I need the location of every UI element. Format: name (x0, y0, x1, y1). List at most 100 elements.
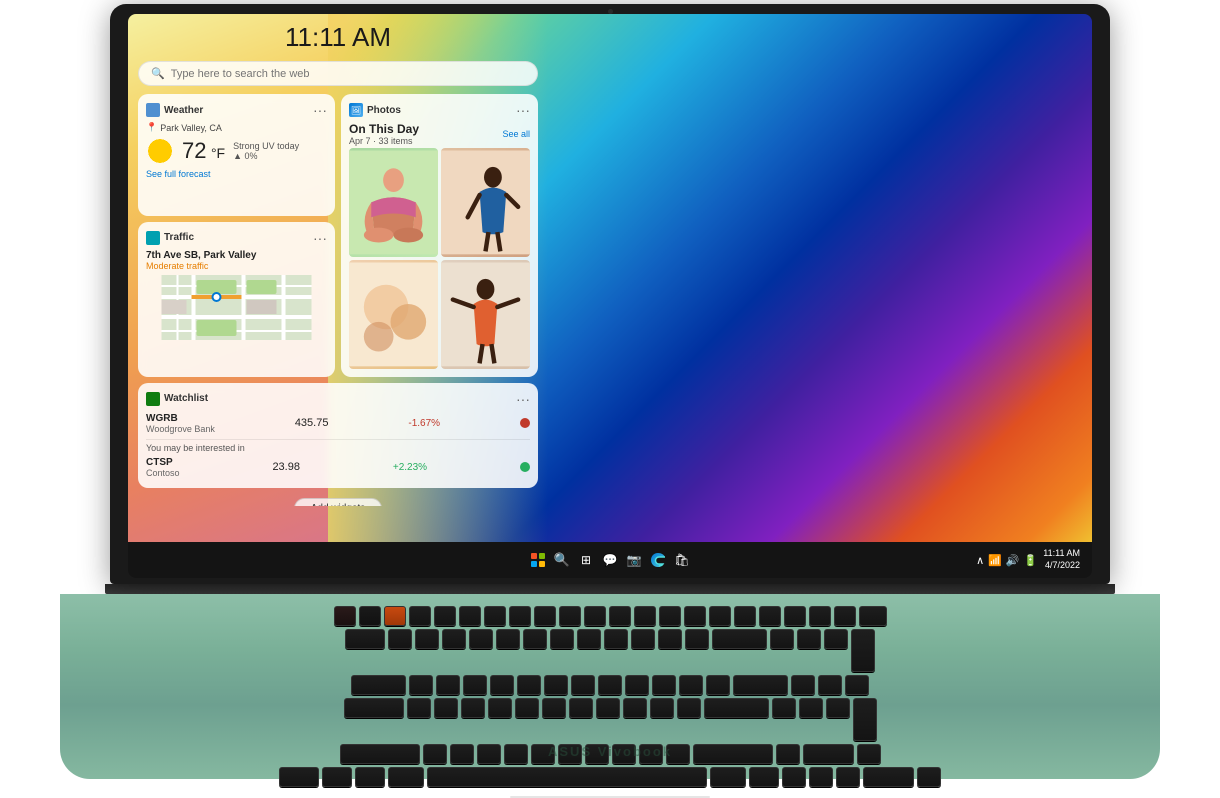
weather-menu-dots[interactable]: ··· (313, 102, 327, 118)
windows-start-button[interactable] (528, 550, 548, 570)
taskbar-chevron-icon[interactable]: ∧ (976, 554, 984, 567)
key-f8 (559, 606, 581, 626)
key-home (759, 606, 781, 626)
camera-dot (608, 9, 613, 14)
key-6 (523, 629, 547, 649)
taskbar-clock[interactable]: 11:11 AM 4/7/2022 (1043, 548, 1080, 571)
key-d (461, 698, 485, 718)
traffic-icon (146, 231, 160, 245)
stock-info-ctsp: CTSP Contoso (146, 457, 180, 478)
key-h (542, 698, 566, 718)
stock-row-wgrb: WGRB Woodgrove Bank 435.75 -1.67% (146, 411, 530, 436)
weather-icon (146, 103, 160, 117)
key-l (623, 698, 647, 718)
key-pgdn (834, 606, 856, 626)
key-ins (709, 606, 731, 626)
key-win (355, 767, 385, 787)
key-arrow-right (836, 767, 860, 787)
taskbar-edge-button[interactable] (648, 550, 668, 570)
windows-icon-q3 (531, 561, 537, 567)
key-end (809, 606, 831, 626)
weather-sun-icon (146, 137, 174, 165)
photos-heading-group: On This Day Apr 7 · 33 items (349, 122, 419, 146)
key-y (544, 675, 568, 695)
key-np9 (824, 629, 848, 649)
watchlist-menu-dots[interactable]: ··· (516, 391, 530, 407)
key-w (436, 675, 460, 695)
key-f5 (484, 606, 506, 626)
key-minus (658, 629, 682, 649)
key-capslock (344, 698, 404, 718)
key-fn-l (322, 767, 352, 787)
key-1 (388, 629, 412, 649)
key-g (515, 698, 539, 718)
key-backtick (345, 629, 385, 649)
stock-row-ctsp: CTSP Contoso 23.98 +2.23% (146, 455, 530, 480)
key-semicolon (650, 698, 674, 718)
key-npplus (851, 629, 875, 672)
taskbar-taskview-button[interactable]: ⊞ (576, 550, 596, 570)
taskbar-right: ∧ 📶 🔊 🔋 11:11 AM 4/7/2022 (976, 548, 1080, 571)
photos-widget-header: 🖼 Photos ··· (349, 102, 530, 118)
weather-widget-title: Weather (146, 103, 203, 117)
search-input[interactable] (171, 68, 525, 80)
key-3 (442, 629, 466, 649)
photos-menu-dots[interactable]: ··· (516, 102, 530, 118)
key-np8 (797, 629, 821, 649)
taskbar-store-button[interactable]: 🛍 (672, 550, 692, 570)
key-np6 (845, 675, 869, 695)
key-0 (631, 629, 655, 649)
weather-temp-value: 72 °F (182, 138, 225, 164)
laptop-base: ASUS Vivobook (60, 594, 1160, 779)
taskbar-volume-icon[interactable]: 🔊 (1006, 554, 1020, 567)
watchlist-widget: Watchlist ··· WGRB Woodgrove Bank 43 (138, 383, 538, 488)
key-alt-l (388, 767, 424, 787)
key-a (407, 698, 431, 718)
weather-forecast-link[interactable]: See full forecast (146, 169, 327, 179)
clock-section: 11:11 AM (138, 22, 538, 53)
key-np7 (770, 629, 794, 649)
stock-divider (146, 439, 530, 440)
key-npdot (857, 744, 881, 764)
weather-widget-header: Weather ··· (146, 102, 327, 118)
taskbar-chat-button[interactable]: 💬 (600, 550, 620, 570)
watchlist-icon (146, 392, 160, 406)
laptop-brand-label: ASUS Vivobook (548, 744, 672, 759)
key-f11 (634, 606, 656, 626)
search-bar[interactable]: 🔍 (138, 61, 538, 86)
key-x (450, 744, 474, 764)
taskbar-center: 🔍 ⊞ 💬 📷 (528, 550, 692, 570)
key-r (490, 675, 514, 695)
key-np-ins (863, 767, 914, 787)
photos-icon: 🖼 (349, 103, 363, 117)
key-z (423, 744, 447, 764)
weather-widget: Weather ··· 📍 Park Valley, CA (138, 94, 335, 216)
photos-widget: 🖼 Photos ··· On This Day Apr 7 · 33 item… (341, 94, 538, 377)
key-c (477, 744, 501, 764)
add-widgets-button[interactable]: Add widgets (294, 498, 382, 506)
traffic-menu-dots[interactable]: ··· (313, 230, 327, 246)
windows-icon (531, 553, 545, 567)
taskbar-wifi-icon[interactable]: 📶 (988, 554, 1002, 567)
taskbar-camera-button[interactable]: 📷 (624, 550, 644, 570)
key-tab (351, 675, 406, 695)
key-np4 (791, 675, 815, 695)
photos-see-all-link[interactable]: See all (502, 129, 530, 139)
weather-temp-row: 72 °F Strong UV today ▲ 0% (146, 137, 327, 165)
taskbar-battery-icon[interactable]: 🔋 (1024, 554, 1038, 567)
key-np1 (772, 698, 796, 718)
key-8 (577, 629, 601, 649)
key-rbracket (706, 675, 730, 695)
clock-display: 11:11 AM (138, 22, 538, 53)
key-e (463, 675, 487, 695)
map-preview (146, 275, 327, 340)
taskbar-system-icons: ∧ 📶 🔊 🔋 (976, 554, 1037, 567)
taskbar-search-button[interactable]: 🔍 (552, 550, 572, 570)
laptop-screen-outer: 11:11 AM 🔍 (110, 4, 1110, 584)
photos-on-this-day: On This Day Apr 7 · 33 items See all (349, 122, 530, 146)
weather-desc-group: Strong UV today ▲ 0% (233, 141, 299, 161)
watchlist-widget-header: Watchlist ··· (146, 391, 530, 407)
key-ctrl-l (279, 767, 319, 787)
laptop-screen-inner: 11:11 AM 🔍 (128, 14, 1092, 578)
key-del (684, 606, 706, 626)
